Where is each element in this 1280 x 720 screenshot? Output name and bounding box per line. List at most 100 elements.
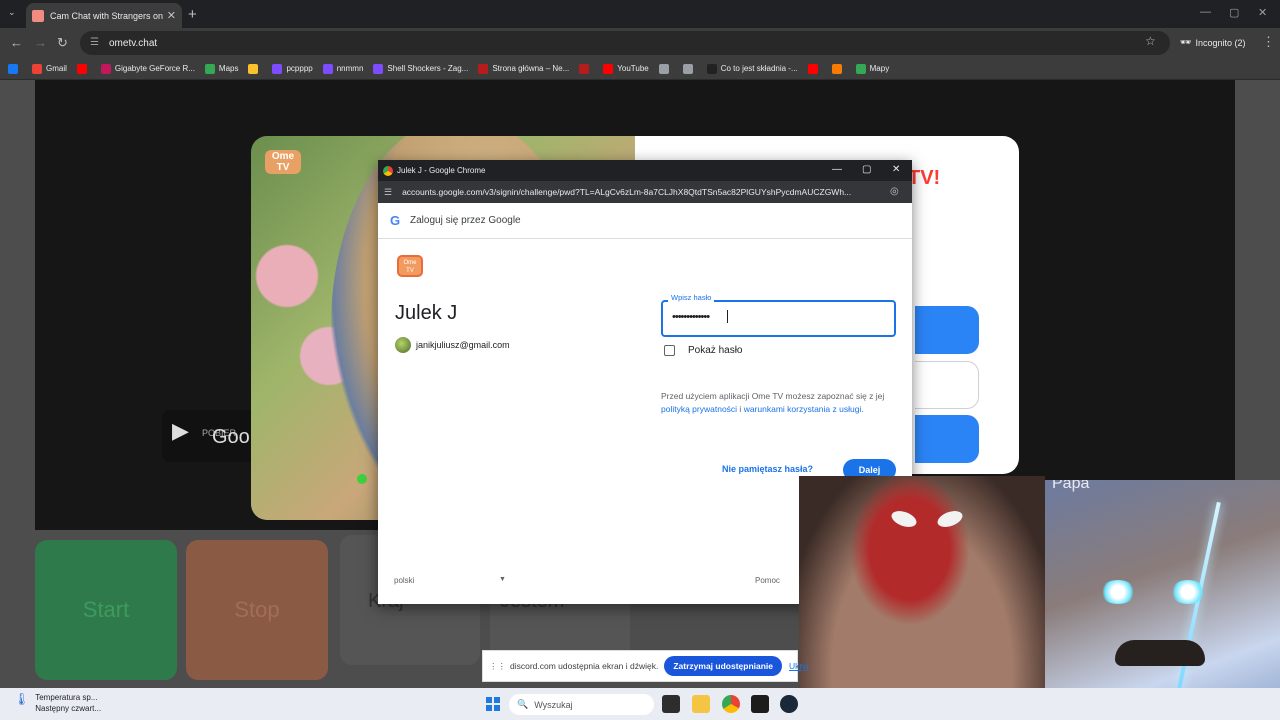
bookmark-item[interactable]: YouTube [603,63,649,74]
bookmark-item[interactable]: Strona główna – Ne... [478,63,569,74]
popup-close-icon[interactable]: ✕ [892,164,900,175]
bookmark-label: Gmail [46,64,67,73]
mustache [1115,640,1205,666]
bookmark-favicon-icon [248,63,259,74]
file-explorer-icon[interactable] [692,695,710,713]
drag-handle-icon[interactable]: ⋮⋮ [489,661,506,672]
start-button[interactable]: Start [35,540,177,680]
lightning-effect [1173,501,1221,709]
menu-kebab-icon[interactable]: ⋮ [1262,34,1275,50]
popup-site-info-icon[interactable]: ☰ [384,187,392,198]
weather-widget[interactable]: 🌡 Temperatura sp... Następny czwart... [14,692,101,714]
bookmark-favicon-icon [32,63,42,74]
popup-maximize-icon[interactable]: ▢ [862,164,871,175]
glow-eye-right [1170,580,1206,604]
bookmark-item[interactable] [658,63,673,74]
chrome-taskbar-icon[interactable] [722,695,740,713]
bookmark-item[interactable] [831,63,846,74]
glow-eye-left [1100,580,1136,604]
privacy-policy-link[interactable]: polityką prywatności [661,404,737,414]
bookmark-item[interactable] [579,63,593,74]
windows-start-icon[interactable] [486,697,500,711]
bookmark-item[interactable]: pcpppp [272,63,313,74]
promo-button-3[interactable] [915,415,979,463]
language-select[interactable]: polski [394,576,414,585]
app-icon[interactable] [751,695,769,713]
close-window-icon[interactable]: ✕ [1258,6,1267,19]
bookmark-favicon-icon [76,63,87,74]
bookmark-item[interactable] [807,63,822,74]
taskbar-search[interactable]: 🔍 Wyszukaj [509,694,654,715]
terms-link[interactable]: warunkami korzystania z usługi [744,404,862,414]
bookmark-label: Maps [218,64,239,73]
bookmark-favicon-icon [706,63,717,74]
task-view-icon[interactable] [662,695,680,713]
tab-search-icon[interactable]: ⌄ [8,7,16,18]
mask-eye-left [889,507,919,531]
bookmark-favicon-icon [373,63,384,74]
bookmark-item[interactable]: nnmmn [322,63,363,74]
stop-sharing-button[interactable]: Zatrzymaj udostępnianie [664,656,783,676]
steam-icon[interactable] [780,695,798,713]
bookmark-item[interactable] [8,63,22,74]
site-info-icon[interactable]: ☰ [90,38,100,48]
screen-share-bar: ⋮⋮ discord.com udostępnia ekran i dźwięk… [482,650,808,682]
bookmark-star-icon[interactable]: ☆ [1145,34,1156,48]
bookmark-favicon-icon [478,63,489,74]
show-password-checkbox[interactable] [664,345,675,356]
back-icon[interactable]: ← [10,35,23,50]
account-chip[interactable]: janikjuliusz@gmail.com [395,337,510,353]
search-icon: 🔍 [517,699,529,709]
popup-titlebar: Julek J - Google Chrome — ▢ ✕ [378,160,912,181]
bookmark-label: YouTube [617,64,649,73]
stop-button[interactable]: Stop [186,540,328,680]
bookmark-item[interactable] [76,63,91,74]
bookmark-label: Shell Shockers - Zag... [387,64,469,73]
popup-minimize-icon[interactable]: — [832,164,842,175]
address-url: ometv.chat [109,37,158,49]
bookmark-item[interactable] [682,63,697,74]
bookmark-item[interactable]: Co to jest składnia -... [706,63,798,74]
account-email: janikjuliusz@gmail.com [416,340,510,350]
tab-ometv[interactable]: Cam Chat with Strangers on Or ✕ [26,3,182,28]
forgot-password-link[interactable]: Nie pamiętasz hasła? [722,464,813,474]
help-link[interactable]: Pomoc [755,576,780,585]
video-tile-self [799,476,1045,720]
bookmark-item[interactable] [248,63,262,74]
address-bar[interactable]: ☰ ometv.chat [80,31,1170,55]
policy-prefix: Przed użyciem aplikacji Ome TV możesz za… [661,391,885,401]
account-name: Julek J [395,302,458,324]
promo-button-2[interactable] [915,361,979,409]
popup-url: accounts.google.com/v3/signin/challenge/… [402,187,852,197]
play-badge-big-label: Goo [212,426,250,448]
bookmark-item[interactable]: Gmail [32,63,67,74]
forward-icon[interactable]: → [34,35,47,50]
online-indicator [357,474,367,484]
bookmark-item[interactable]: Shell Shockers - Zag... [373,63,469,74]
promo-button-1[interactable] [915,306,979,354]
remote-user-name: Papa [1052,480,1090,492]
bookmark-item[interactable]: Gigabyte GeForce R... [100,63,195,74]
bookmark-item[interactable]: Mapy [855,63,889,74]
popup-address-bar[interactable]: ☰ accounts.google.com/v3/signin/challeng… [378,181,912,203]
reload-icon[interactable]: ↻ [57,35,68,51]
maximize-icon[interactable]: ▢ [1229,6,1239,19]
google-play-badge[interactable]: ▶ POBIER Goo [162,410,262,462]
language-dropdown-icon[interactable]: ▼ [499,576,506,583]
share-message: discord.com udostępnia ekran i dźwięk. [510,661,659,671]
bookmark-favicon-icon [855,63,866,74]
bookmark-favicon-icon [100,63,111,74]
bookmark-item[interactable]: Maps [204,63,239,74]
incognito-indicator[interactable]: 🕶 Incognito (2) [1180,37,1245,48]
new-tab-button[interactable]: + [188,6,197,23]
bookmark-favicon-icon [8,63,18,74]
text-caret [727,310,728,323]
browser-toolbar: ← → ↻ ☰ ometv.chat [0,28,1280,58]
tracking-protection-icon[interactable]: ◎ [890,186,899,197]
hide-share-bar-link[interactable]: Ukryj [789,661,808,671]
policy-mid: i [737,404,744,414]
bookmark-favicon-icon [204,63,215,74]
show-password-label[interactable]: Pokaż hasło [688,345,742,356]
close-tab-icon[interactable]: ✕ [167,9,176,22]
minimize-icon[interactable]: — [1200,6,1211,18]
